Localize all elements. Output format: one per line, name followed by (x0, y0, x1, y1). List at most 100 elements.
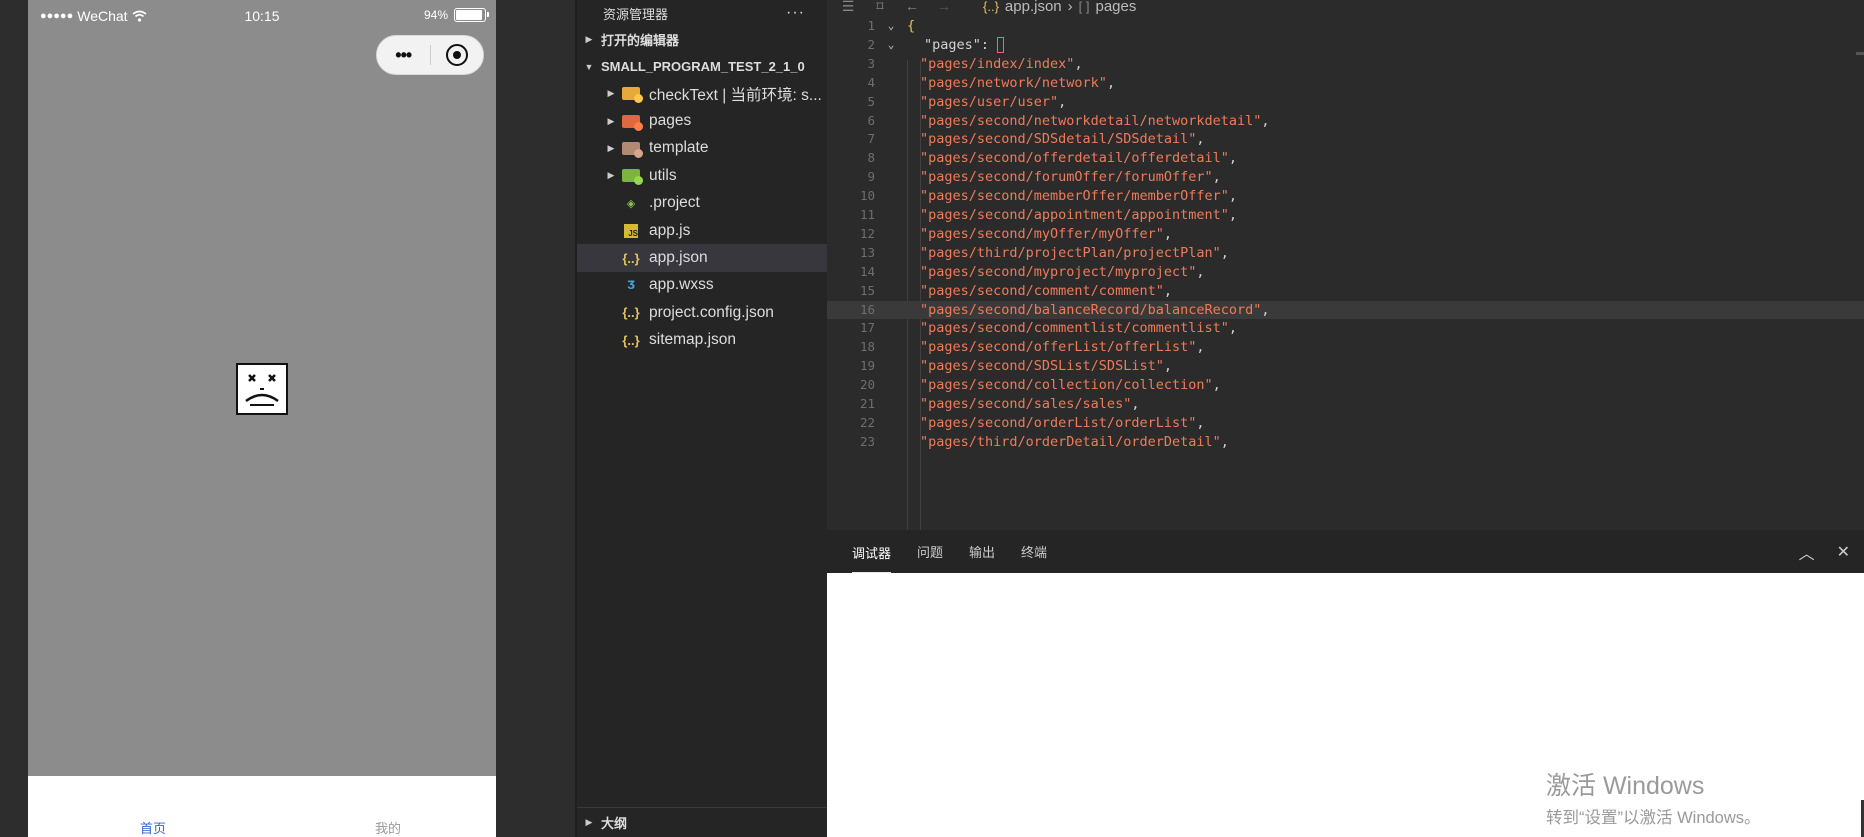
chevron-down-icon: ▼ (584, 61, 594, 72)
tree-item-app-wxss[interactable]: ᴣ app.wxss (577, 272, 827, 299)
comma: , (1212, 169, 1221, 186)
breadcrumb-key[interactable]: pages (1095, 0, 1136, 15)
code-line[interactable]: 6 "pages/second/networkdetail/networkdeta… (827, 112, 1864, 131)
tab-home[interactable]: 首页 (113, 818, 193, 837)
list-icon[interactable]: ☰ (837, 0, 859, 15)
bookmark-icon[interactable]: ⌑ (869, 0, 891, 15)
tree-item-label: project.config.json (649, 303, 774, 321)
comma: , (1220, 244, 1229, 261)
string-literal: "pages/second/networkdetail/networkdetai… (920, 112, 1262, 129)
code-text: "pages/second/balanceRecord/balanceRecor… (920, 301, 1270, 320)
tree-item-project-config[interactable]: {..} project.config.json (577, 299, 827, 326)
code-text: "pages/network/network", (920, 74, 1115, 93)
code-line[interactable]: 18 "pages/second/offerList/offerList", (827, 338, 1864, 357)
code-line[interactable]: 16 "pages/second/balanceRecord/balanceRec… (827, 300, 1864, 320)
code-text: "pages/second/SDSList/SDSList", (920, 357, 1172, 376)
fold-chevron-icon[interactable]: ⌄ (883, 36, 899, 55)
code-line[interactable]: 21 "pages/second/sales/sales", (827, 395, 1864, 414)
bottom-panel: 调试器 问题 输出 终端 ︿ ✕ 激活 Windows 转到“设置”以激活 Wi… (827, 530, 1864, 837)
status-bar: ●●●●● WeChat 10:15 94% (28, 0, 496, 32)
tree-item-checktext[interactable]: ▶ checkText | 当前环境: s... (577, 80, 827, 107)
tab-problems[interactable]: 问题 (917, 530, 943, 573)
chevron-up-icon[interactable]: ︿ (1799, 540, 1815, 564)
code-editor[interactable]: ☰ ⌑ ← → {..} app.json › [ ] pages 1 ⌄ {2 ⌄ "… (827, 0, 1864, 530)
open-editors-section[interactable]: ▶ 打开的编辑器 (577, 26, 827, 53)
battery-percent: 94% (423, 8, 448, 22)
code-line[interactable]: 2 ⌄ "pages": (827, 36, 1864, 55)
tree-item-sitemap[interactable]: {..} sitemap.json (577, 327, 827, 354)
code-line[interactable]: 19 "pages/second/SDSList/SDSList", (827, 357, 1864, 376)
tree-item-label: pages (649, 112, 692, 130)
tree-item-project[interactable]: ◈ .project (577, 190, 827, 217)
more-menu-button[interactable]: ••• (377, 45, 430, 66)
code-text: "pages/second/myOffer/myOffer", (920, 225, 1172, 244)
code-text: "pages/index/index", (920, 55, 1083, 74)
string-literal: "pages/second/balanceRecord/balanceRecor… (920, 301, 1262, 318)
tree-item-label: app.js (649, 221, 691, 239)
line-number: 1 (867, 18, 875, 33)
close-mini-program-button[interactable] (430, 44, 483, 66)
code-line[interactable]: 14 "pages/second/myproject/myproject", (827, 263, 1864, 282)
code-text: "pages/second/offerdetail/offerdetail", (920, 149, 1237, 168)
code-line[interactable]: 4 "pages/network/network", (827, 74, 1864, 93)
code-line[interactable]: 22 "pages/second/orderList/orderList", (827, 414, 1864, 433)
fold-chevron-icon[interactable]: ⌄ (883, 17, 899, 36)
code-line[interactable]: 17 "pages/second/commentlist/commentlist"… (827, 319, 1864, 338)
code-text: "pages/second/appointment/appointment", (920, 206, 1237, 225)
explorer-title: 资源管理器 (603, 6, 669, 22)
bottom-tabbar: 首页 我的 (28, 776, 496, 837)
code-line[interactable]: 8 "pages/second/offerdetail/offerdetail", (827, 149, 1864, 168)
tree-item-label: utils (649, 166, 677, 184)
tab-output[interactable]: 输出 (969, 530, 995, 573)
string-literal: "pages/second/forumOffer/forumOffer" (920, 169, 1213, 186)
tree-item-app-json[interactable]: {..} app.json (577, 244, 827, 272)
outline-section[interactable]: ▶ 大纲 (577, 807, 827, 837)
broken-image-icon (236, 363, 288, 415)
comma: , (1261, 301, 1270, 318)
code-line[interactable]: 9 "pages/second/forumOffer/forumOffer", (827, 168, 1864, 187)
code-line[interactable]: 3 "pages/index/index", (827, 55, 1864, 74)
code-line[interactable]: 1 ⌄ { (827, 17, 1864, 36)
project-name: SMALL_PROGRAM_TEST_2_1_0 (601, 59, 805, 74)
string-literal: "pages/network/network" (920, 74, 1107, 91)
back-arrow-icon[interactable]: ← (901, 0, 923, 14)
tree-item-app-js[interactable]: JS app.js (577, 217, 827, 244)
code-text: { (907, 17, 915, 36)
string-literal: "pages/second/myOffer/myOffer" (920, 225, 1164, 242)
tree-item-template[interactable]: ▶ template (577, 135, 827, 162)
forward-arrow-icon[interactable]: → (933, 0, 955, 14)
code-line[interactable]: 11 "pages/second/appointment/appointment"… (827, 206, 1864, 225)
string-literal: "pages/second/SDSdetail/SDSdetail" (920, 131, 1197, 148)
line-number: 14 (859, 263, 875, 279)
string-literal: "pages/second/comment/comment" (920, 282, 1164, 299)
string-literal: "pages/third/orderDetail/orderDetail" (920, 433, 1221, 450)
tree-item-label: sitemap.json (649, 331, 737, 349)
project-section[interactable]: ▼ SMALL_PROGRAM_TEST_2_1_0 (577, 53, 827, 80)
tree-item-pages[interactable]: ▶ pages (577, 107, 827, 134)
tab-terminal[interactable]: 终端 (1021, 530, 1047, 573)
tab-mine[interactable]: 我的 (348, 818, 428, 837)
code-text: "pages/second/sales/sales", (920, 395, 1139, 414)
line-number: 9 (867, 169, 875, 185)
windows-activation-watermark: 激活 Windows 转到“设置”以激活 Windows。 (1546, 766, 1761, 828)
breadcrumb-file[interactable]: app.json (1005, 0, 1062, 15)
code-line[interactable]: 10 "pages/second/memberOffer/memberOffer"… (827, 187, 1864, 206)
tree-item-label: template (649, 139, 709, 157)
explorer-more-button[interactable]: ··· (786, 4, 805, 22)
code-line[interactable]: 13 "pages/third/projectPlan/projectPlan", (827, 244, 1864, 263)
colon: : (980, 36, 998, 53)
comma: , (1163, 358, 1172, 375)
line-number: 19 (859, 358, 875, 374)
code-line[interactable]: 15 "pages/second/comment/comment", (827, 282, 1864, 301)
simulator-area: ●●●●● WeChat 10:15 94% ••• 首页 我的 (0, 0, 575, 837)
code-line[interactable]: 23 "pages/third/orderDetail/orderDetail", (827, 433, 1864, 452)
code-line[interactable]: 5 "pages/user/user", (827, 93, 1864, 112)
tree-item-utils[interactable]: ▶ utils (577, 162, 827, 189)
tab-debugger[interactable]: 调试器 (852, 533, 892, 573)
code-line[interactable]: 7 "pages/second/SDSdetail/SDSdetail", (827, 130, 1864, 149)
code-line[interactable]: 12 "pages/second/myOffer/myOffer", (827, 225, 1864, 244)
code-line[interactable]: 20 "pages/second/collection/collection", (827, 376, 1864, 395)
close-icon[interactable]: ✕ (1837, 542, 1850, 562)
comma: , (1261, 112, 1270, 129)
line-number: 16 (859, 301, 875, 317)
